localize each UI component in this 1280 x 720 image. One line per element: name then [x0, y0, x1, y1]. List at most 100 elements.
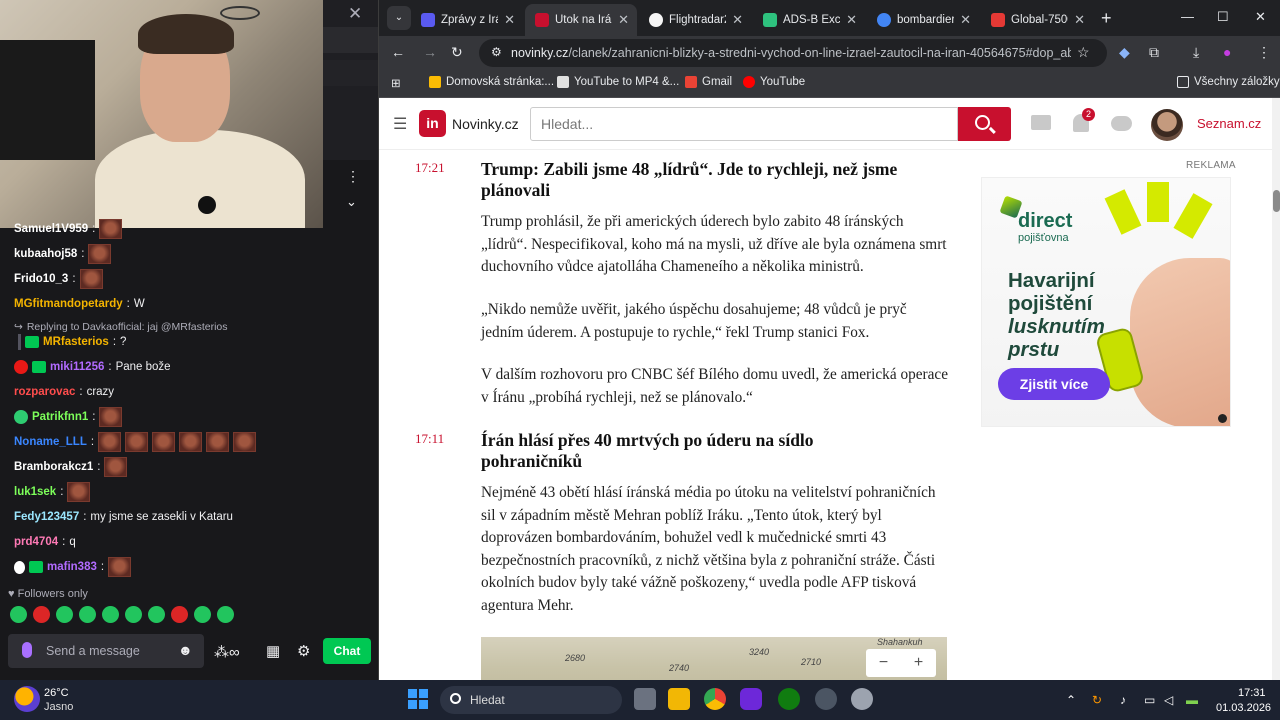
emote-icon[interactable]: [171, 606, 188, 623]
chat-bubble-icon[interactable]: [1111, 116, 1132, 131]
emote-icon[interactable]: [102, 606, 119, 623]
chevron-up-icon[interactable]: ⌃: [1066, 693, 1076, 707]
mail-icon[interactable]: [1031, 115, 1051, 130]
network-icon[interactable]: ▭: [1144, 693, 1155, 707]
tray-app-icon[interactable]: ↻: [1092, 693, 1102, 707]
scrollbar-track[interactable]: [1272, 98, 1280, 680]
address-bar[interactable]: ⚙ novinky.cz/clanek/zahranicni-blizky-a-…: [479, 39, 1107, 67]
chat-username[interactable]: Frido10_3: [14, 268, 68, 290]
new-tab-icon[interactable]: +: [1101, 8, 1112, 29]
chat-username[interactable]: rozparovac: [14, 381, 75, 403]
site-search-input[interactable]: [530, 107, 958, 141]
close-tab-icon[interactable]: ✕: [960, 12, 971, 28]
store-icon[interactable]: ▦: [266, 642, 280, 660]
emote-icon[interactable]: [33, 606, 50, 623]
app-icon[interactable]: [815, 688, 837, 710]
emote-icon[interactable]: [217, 606, 234, 623]
weather-condition[interactable]: Jasno: [44, 701, 73, 713]
microphone-icon[interactable]: [22, 642, 32, 658]
bookmark-item[interactable]: Gmail: [685, 76, 732, 88]
close-tab-icon[interactable]: ✕: [846, 12, 857, 28]
bookmark-item[interactable]: Domovská stránka:...: [429, 76, 554, 88]
close-tab-icon[interactable]: ✕: [1074, 12, 1085, 28]
zoom-out-button[interactable]: −: [879, 654, 888, 672]
chat-message-input[interactable]: [46, 634, 176, 668]
file-explorer-icon[interactable]: [668, 688, 690, 710]
emote-icon[interactable]: [194, 606, 211, 623]
app-icon[interactable]: [740, 688, 762, 710]
apps-grid-icon[interactable]: ⊞: [391, 76, 401, 90]
weather-icon[interactable]: [14, 686, 40, 712]
map-embed[interactable]: Shahankuh 2680 3240 2710 2740 − +: [481, 637, 947, 680]
reload-icon[interactable]: ↻: [451, 44, 463, 61]
emote-icon[interactable]: [148, 606, 165, 623]
entry-title[interactable]: Írán hlásí přes 40 mrtvých po úderu na s…: [481, 430, 901, 472]
chat-username[interactable]: luk1sek: [14, 481, 56, 503]
seznam-link[interactable]: Seznam.cz: [1197, 116, 1261, 131]
novinky-logo-icon[interactable]: in: [419, 110, 446, 137]
chevron-down-icon[interactable]: ⌄: [346, 194, 357, 210]
zoom-in-button[interactable]: +: [914, 654, 923, 672]
chat-username[interactable]: mafin383: [47, 556, 97, 578]
close-tab-icon[interactable]: ✕: [618, 12, 629, 28]
chat-username[interactable]: miki11256: [50, 356, 104, 378]
chat-username[interactable]: kubaahoj58: [14, 243, 77, 265]
weather-temperature[interactable]: 26°C: [44, 687, 69, 699]
microphone-icon[interactable]: ♪: [1120, 693, 1126, 707]
chat-username[interactable]: prd4704: [14, 531, 58, 553]
browser-tab[interactable]: ADS-B Exch ✕: [753, 4, 865, 36]
taskbar-search-input[interactable]: [440, 686, 622, 714]
menu-kebab-icon[interactable]: ⋮: [1257, 44, 1271, 61]
bookmark-item[interactable]: YouTube: [743, 76, 805, 88]
battery-icon[interactable]: ▬: [1186, 693, 1198, 707]
minimize-icon[interactable]: —: [1181, 9, 1194, 24]
advertisement-banner[interactable]: direct pojišťovna Havarijní pojištění lu…: [981, 177, 1231, 427]
emoji-picker-icon[interactable]: ☻: [178, 642, 193, 658]
ad-choices-icon[interactable]: [1218, 414, 1227, 423]
clock-time[interactable]: 17:31: [1238, 687, 1266, 699]
browser-tab[interactable]: Flightradar2 ✕: [639, 4, 751, 36]
chat-username[interactable]: Bramborakcz1: [14, 456, 93, 478]
chat-username[interactable]: Noname_LLL: [14, 431, 87, 453]
more-options-icon[interactable]: ⋮: [346, 168, 360, 185]
settings-gear-icon[interactable]: [851, 688, 873, 710]
browser-tab[interactable]: Global-7500 ✕: [981, 4, 1093, 36]
hamburger-menu-icon[interactable]: ☰: [393, 114, 407, 134]
entry-title[interactable]: Trump: Zabili jsme 48 „lídrů“. Jde to ry…: [481, 159, 921, 201]
extension-icon[interactable]: ◆: [1119, 44, 1130, 61]
back-icon[interactable]: ←: [391, 44, 405, 60]
emote-icon[interactable]: [125, 606, 142, 623]
extensions-puzzle-icon[interactable]: ⧉: [1149, 44, 1159, 61]
browser-tab[interactable]: Zprávy z Írá ✕: [411, 4, 523, 36]
chat-send-button[interactable]: Chat: [323, 638, 371, 664]
site-search-button[interactable]: [958, 107, 1011, 141]
maximize-icon[interactable]: ☐: [1217, 9, 1229, 25]
browser-tab-active[interactable]: Útok na Írán ✕: [525, 4, 637, 36]
chat-username[interactable]: MRfasterios: [43, 331, 109, 353]
forward-icon[interactable]: →: [423, 44, 437, 60]
chat-username[interactable]: MGfitmandopetardy: [14, 293, 123, 315]
emote-icon[interactable]: [10, 606, 27, 623]
channel-points-icon[interactable]: ⁂∞: [214, 643, 240, 661]
site-logo-text[interactable]: Novinky.cz: [452, 116, 519, 132]
close-icon[interactable]: ✕: [348, 4, 362, 24]
site-info-icon[interactable]: ⚙: [491, 45, 502, 59]
clock-date[interactable]: 01.03.2026: [1216, 702, 1271, 714]
start-button[interactable]: [408, 689, 428, 709]
close-tab-icon[interactable]: ✕: [732, 12, 743, 28]
gear-icon[interactable]: ⚙: [297, 642, 310, 660]
emote-icon[interactable]: [79, 606, 96, 623]
chat-username[interactable]: Samuel1V959: [14, 218, 88, 240]
url-text[interactable]: novinky.cz/clanek/zahranicni-blizky-a-st…: [511, 46, 1071, 60]
browser-tab[interactable]: bombardier ✕: [867, 4, 979, 36]
task-view-icon[interactable]: [634, 688, 656, 710]
download-icon[interactable]: ⤓: [1193, 44, 1199, 61]
emote-icon[interactable]: [56, 606, 73, 623]
profile-avatar-icon[interactable]: ●: [1223, 44, 1231, 60]
close-tab-icon[interactable]: ✕: [504, 12, 515, 28]
chat-username[interactable]: Patrikfnn1: [32, 406, 88, 428]
scrollbar-thumb[interactable]: [1273, 190, 1280, 212]
bookmark-star-icon[interactable]: ☆: [1077, 44, 1090, 61]
close-window-icon[interactable]: ✕: [1255, 9, 1266, 25]
tab-search-button[interactable]: ⌄: [387, 6, 411, 30]
